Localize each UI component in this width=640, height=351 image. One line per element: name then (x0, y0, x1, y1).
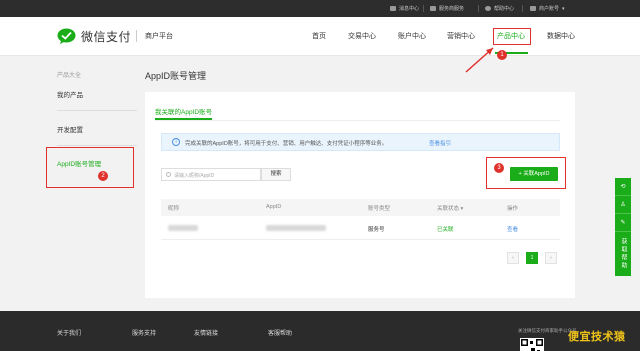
col-appid: AppID (266, 204, 282, 210)
divider (478, 5, 479, 12)
top-utility-bar: 消息中心 服务商服务 帮助中心 商户账号 ▾ (0, 0, 640, 17)
sidebar-divider (57, 110, 137, 111)
page-title: AppID账号管理 (145, 71, 207, 81)
message-center-link[interactable]: 消息中心 (390, 0, 419, 17)
sidebar-divider (57, 145, 137, 146)
link-icon[interactable]: ⟲ (615, 178, 631, 196)
info-notice: i 完成关联的AppID账号，将可用于支付、营销、用户触达、支付凭证小程序等业务… (161, 133, 560, 151)
annotation-box-3 (486, 157, 566, 189)
annotation-number-2: 2 (98, 171, 108, 181)
table-header: 昵称 AppID 账号类型 关联状态 ▾ 操作 (161, 199, 560, 216)
sidebar-item-dev-config[interactable]: 开发配置 (57, 124, 83, 134)
col-account-type: 账号类型 (368, 206, 391, 212)
platform-name: 商户平台 (145, 33, 173, 40)
wechat-pay-logo-icon (57, 28, 76, 44)
logo-text: 微信支付 (81, 30, 132, 44)
help-icon (485, 6, 491, 11)
annotation-box-2 (46, 147, 134, 188)
tab-linked-appid[interactable]: 我关联的AppID账号 (155, 106, 212, 116)
watermark: 便宜技术猿 (568, 331, 626, 343)
service-icon (430, 6, 436, 11)
search-placeholder: 请输入昵称/AppID (174, 173, 215, 179)
search-button[interactable]: 搜索 (261, 168, 291, 181)
get-help-button[interactable]: 获取帮助 (615, 232, 631, 276)
account-type: 服务号 (368, 227, 385, 233)
footer: 关于我们 服务支持 友情链接 客服帮助 关注微信支付商家助手公众号 (0, 311, 640, 351)
service-provider-link[interactable]: 服务商服务 (430, 0, 464, 17)
footer-support[interactable]: 服务支持 (132, 328, 156, 337)
footer-about[interactable]: 关于我们 (57, 328, 81, 337)
footer-links[interactable]: 友情链接 (194, 328, 218, 337)
next-page-button[interactable]: › (545, 252, 557, 264)
search-icon (166, 172, 171, 177)
appid-redacted (266, 225, 326, 231)
prev-page-button[interactable]: ‹ (507, 252, 519, 264)
annotation-arrow-icon (465, 47, 494, 73)
table-row: 服务号 已关联 查看 (161, 216, 560, 240)
tab-divider (155, 120, 560, 121)
nav-transactions[interactable]: 交易中心 (348, 31, 376, 41)
logo-divider (136, 30, 137, 42)
footer-customer-help[interactable]: 客服帮助 (268, 328, 292, 337)
link-status: 已关联 (437, 227, 454, 233)
main-panel: 我关联的AppID账号 i 完成关联的AppID账号，将可用于支付、营销、用户触… (145, 92, 575, 298)
edit-icon[interactable]: ✎ (615, 214, 631, 232)
nav-data[interactable]: 数据中心 (547, 31, 575, 41)
nav-home[interactable]: 首页 (312, 31, 326, 41)
chevron-down-icon: ▾ (562, 5, 565, 12)
col-status[interactable]: 关联状态 ▾ (437, 204, 463, 212)
col-nickname: 昵称 (168, 206, 180, 212)
account-menu[interactable]: 商户账号 ▾ (530, 0, 565, 17)
nickname-redacted (168, 225, 198, 231)
main-header: 微信支付 商户平台 首页 交易中心 账户中心 营销中心 产品中心 数据中心 (0, 17, 640, 56)
annotation-number-3: 3 (494, 163, 504, 173)
user-icon (530, 6, 536, 11)
search-input[interactable]: 请输入昵称/AppID (161, 168, 261, 181)
sidebar-category: 产品大全 (57, 73, 82, 79)
divider (522, 5, 523, 12)
qr-code-icon (520, 338, 544, 351)
divider (423, 5, 424, 12)
notice-text: 完成关联的AppID账号，将可用于支付、营销、用户触达、支付凭证小程序等业务。 (185, 141, 388, 147)
mail-icon (390, 6, 396, 11)
view-guide-link[interactable]: 查看指引 (429, 139, 451, 147)
thumb-icon[interactable]: ♙ (615, 196, 631, 214)
view-link[interactable]: 查看 (507, 225, 518, 233)
nav-marketing[interactable]: 营销中心 (447, 31, 475, 41)
current-page[interactable]: 1 (526, 252, 538, 264)
floating-help-bar: ⟲ ♙ ✎ 获取帮助 (615, 178, 631, 276)
sidebar-item-my-products[interactable]: 我的产品 (57, 89, 83, 99)
col-action: 操作 (507, 206, 519, 212)
nav-account[interactable]: 账户中心 (398, 31, 426, 41)
help-center-link[interactable]: 帮助中心 (485, 0, 514, 17)
info-icon: i (172, 138, 180, 146)
